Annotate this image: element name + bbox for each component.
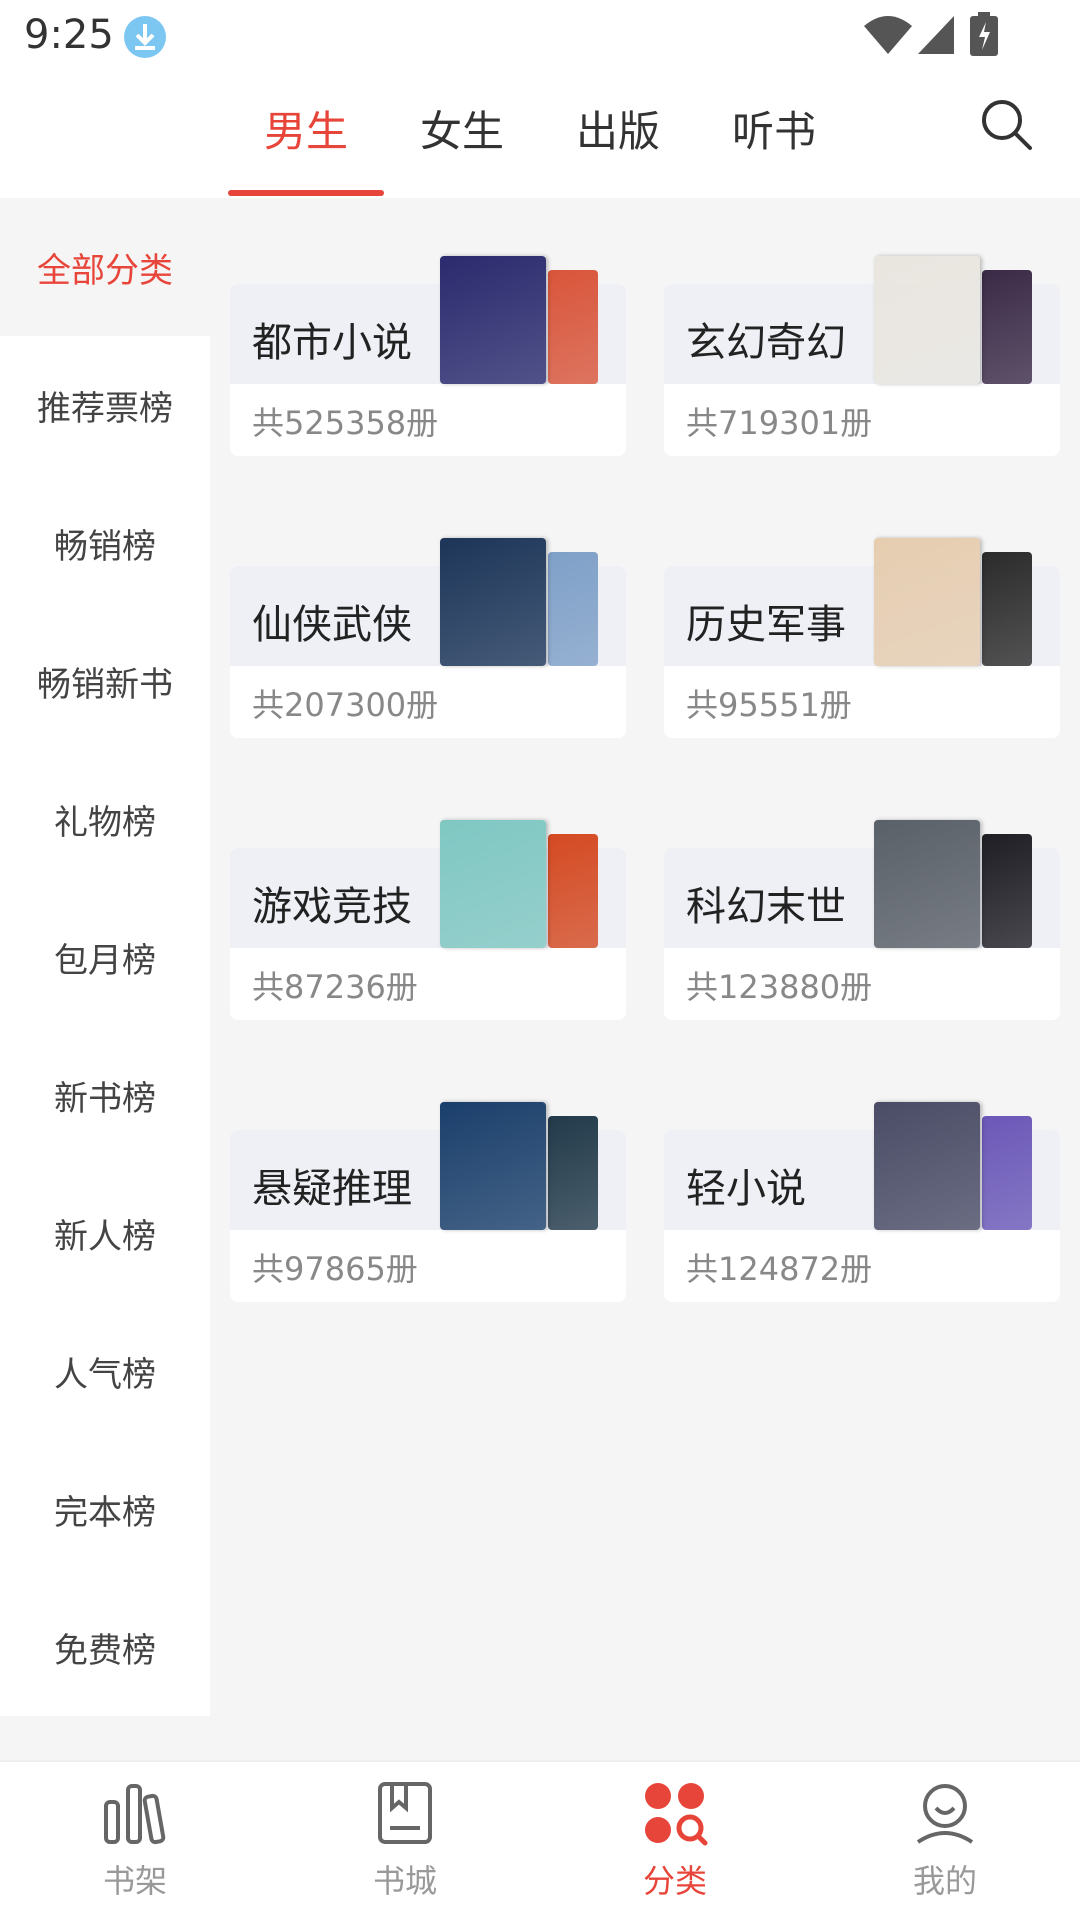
tab-female[interactable]: 女生	[384, 98, 540, 159]
status-bar: 9:25	[0, 0, 1080, 72]
nav-label: 书架	[102, 1862, 167, 1900]
category-name: 游戏竞技	[252, 884, 412, 930]
book-cover	[874, 820, 980, 948]
sidebar-item-free[interactable]: 免费榜	[0, 1578, 210, 1716]
sidebar-item-popular[interactable]: 人气榜	[0, 1302, 210, 1440]
sidebar-item-gift[interactable]: 礼物榜	[0, 750, 210, 888]
download-icon	[124, 16, 166, 58]
category-count: 共719301册	[686, 404, 873, 442]
book-cover	[874, 538, 980, 666]
category-name: 轻小说	[686, 1166, 806, 1212]
book-cover	[982, 1116, 1032, 1230]
categories-icon	[645, 1783, 708, 1846]
book-cover	[440, 256, 546, 384]
category-sidebar: 全部分类 推荐票榜 畅销榜 畅销新书 礼物榜 包月榜 新书榜 新人榜 人气榜 完…	[0, 198, 210, 1760]
tab-male[interactable]: 男生	[228, 98, 384, 159]
nav-bookshelf[interactable]: 书架	[60, 1778, 210, 1902]
nav-label: 分类	[642, 1862, 707, 1900]
book-cover	[440, 538, 546, 666]
book-cover	[440, 820, 546, 948]
signal-icon	[918, 16, 954, 54]
book-cover	[440, 1102, 546, 1230]
category-card-history[interactable]: 历史军事 共95551册	[664, 538, 1060, 738]
nav-bookstore[interactable]: 书城	[330, 1778, 480, 1902]
category-card-xianxia[interactable]: 仙侠武侠 共207300册	[230, 538, 626, 738]
status-time: 9:25	[24, 12, 114, 58]
sidebar-item-new-books[interactable]: 新书榜	[0, 1026, 210, 1164]
sidebar-item-monthly[interactable]: 包月榜	[0, 888, 210, 1026]
category-name: 悬疑推理	[252, 1166, 412, 1212]
category-card-light-novel[interactable]: 轻小说 共124872册	[664, 1102, 1060, 1302]
nav-label: 书城	[372, 1862, 437, 1900]
book-cover	[548, 1116, 598, 1230]
book-cover	[548, 270, 598, 384]
category-name: 玄幻奇幻	[686, 320, 846, 366]
book-icon	[378, 1782, 432, 1844]
category-count: 共207300册	[252, 686, 439, 724]
bookshelf-icon	[104, 1784, 166, 1845]
nav-label: 我的	[912, 1862, 977, 1900]
sidebar-item-all[interactable]: 全部分类	[0, 198, 210, 336]
category-name: 仙侠武侠	[252, 602, 412, 648]
wifi-icon	[864, 16, 912, 54]
book-cover	[874, 1102, 980, 1230]
battery-icon	[970, 12, 998, 56]
category-count: 共124872册	[686, 1250, 873, 1288]
search-icon[interactable]	[978, 96, 1034, 152]
category-name: 历史军事	[686, 602, 846, 648]
category-name: 科幻末世	[686, 884, 846, 930]
profile-icon	[916, 1784, 974, 1844]
category-card-scifi[interactable]: 科幻末世 共123880册	[664, 820, 1060, 1020]
bottom-nav: 书架 书城 分类 我的	[0, 1760, 1080, 1920]
category-card-fantasy[interactable]: 玄幻奇幻 共719301册	[664, 256, 1060, 456]
book-cover	[982, 270, 1032, 384]
sidebar-item-bestseller[interactable]: 畅销榜	[0, 474, 210, 612]
category-name: 都市小说	[252, 320, 412, 366]
category-card-games[interactable]: 游戏竞技 共87236册	[230, 820, 626, 1020]
category-count: 共525358册	[252, 404, 439, 442]
book-cover	[548, 552, 598, 666]
sidebar-item-newcomers[interactable]: 新人榜	[0, 1164, 210, 1302]
sidebar-item-new-bestseller[interactable]: 畅销新书	[0, 612, 210, 750]
nav-categories[interactable]: 分类	[600, 1778, 750, 1902]
tab-publish[interactable]: 出版	[540, 98, 696, 159]
category-grid: 都市小说 共525358册 玄幻奇幻 共719301册 仙侠武侠 共207300…	[210, 198, 1080, 1760]
top-tabs: 男生 女生 出版 听书	[0, 72, 1080, 198]
tab-audiobook[interactable]: 听书	[696, 98, 852, 159]
category-card-mystery[interactable]: 悬疑推理 共97865册	[230, 1102, 626, 1302]
book-cover	[982, 834, 1032, 948]
category-count: 共87236册	[252, 968, 418, 1006]
category-count: 共95551册	[686, 686, 852, 724]
category-count: 共123880册	[686, 968, 873, 1006]
category-card-urban[interactable]: 都市小说 共525358册	[230, 256, 626, 456]
sidebar-item-recommend-votes[interactable]: 推荐票榜	[0, 336, 210, 474]
category-count: 共97865册	[252, 1250, 418, 1288]
book-cover	[982, 552, 1032, 666]
book-cover	[548, 834, 598, 948]
sidebar-item-completed[interactable]: 完本榜	[0, 1440, 210, 1578]
nav-profile[interactable]: 我的	[870, 1778, 1020, 1902]
book-cover	[874, 256, 980, 384]
active-tab-indicator	[228, 190, 384, 196]
